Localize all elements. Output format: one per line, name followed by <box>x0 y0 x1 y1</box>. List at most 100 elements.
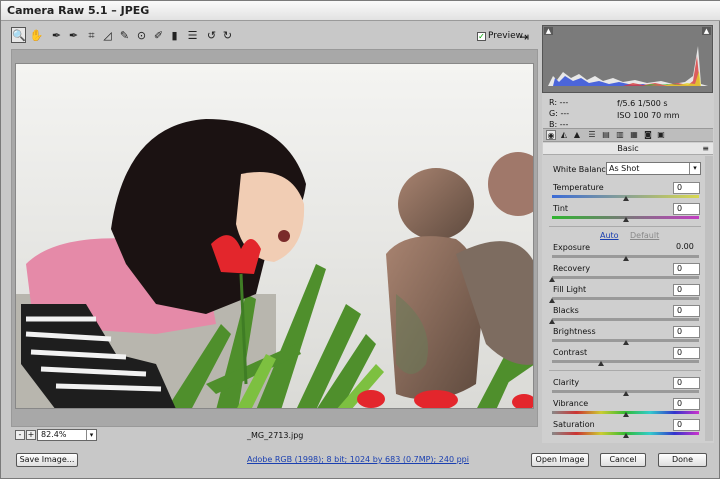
toolbar: 🔍 ✋ ✒ ✒ ⌗ ◿ ✎ ⊙ ✐ ▮ ☰ ↺ ↻ ✓ Preview ⇥ <box>11 26 537 48</box>
temperature-value-field[interactable]: 0 <box>673 182 700 194</box>
white-balance-label: White Balance: <box>553 165 614 174</box>
chevron-down-icon: ▾ <box>689 163 700 174</box>
exposure-slider-thumb[interactable] <box>622 256 629 261</box>
iso-focal: ISO 100 70 mm <box>617 111 680 120</box>
vibrance-label: Vibrance <box>553 399 589 408</box>
clarity-label: Clarity <box>553 378 580 387</box>
vibrance-value-field[interactable]: 0 <box>673 398 700 410</box>
fill-light-value-field[interactable]: 0 <box>673 284 700 296</box>
rgb-readout: R: --- G: --- B: --- <box>549 97 569 130</box>
green-readout: G: --- <box>549 109 570 118</box>
tab-detail-icon[interactable]: ▲ <box>572 130 582 140</box>
recovery-slider[interactable] <box>552 276 699 279</box>
zoom-out-button[interactable]: - <box>15 430 25 440</box>
contrast-value-field[interactable]: 0 <box>673 347 700 359</box>
done-button[interactable]: Done <box>658 453 707 467</box>
panel-tabs: ◉ ◭ ▲ ☰ ▤ ▥ ▦ ◙ ▣ <box>543 128 713 142</box>
brightness-label: Brightness <box>553 327 596 336</box>
exposure-label: Exposure <box>553 243 591 252</box>
zoom-in-button[interactable]: + <box>26 430 36 440</box>
zoom-level-value: 82.4% <box>41 430 67 439</box>
blacks-slider-thumb[interactable] <box>549 319 555 324</box>
histogram: ▲ ▲ <box>542 25 713 93</box>
brightness-value-field[interactable]: 0 <box>673 326 700 338</box>
divider <box>549 226 701 227</box>
saturation-slider-thumb[interactable] <box>622 433 629 438</box>
tint-slider-thumb[interactable] <box>622 217 629 222</box>
brightness-slider-thumb[interactable] <box>622 340 629 345</box>
tab-hsl-icon[interactable]: ☰ <box>587 130 597 140</box>
tab-tone-curve-icon[interactable]: ◭ <box>559 130 569 140</box>
straighten-tool-icon[interactable]: ◿ <box>100 28 115 44</box>
chevron-down-icon: ▾ <box>86 430 96 440</box>
contrast-slider-thumb[interactable] <box>597 361 604 366</box>
hand-tool-icon[interactable]: ✋ <box>29 28 44 44</box>
exposure-value-field[interactable]: 0.00 <box>673 242 700 254</box>
tint-label: Tint <box>553 204 569 213</box>
save-image-button[interactable]: Save Image... <box>16 453 78 467</box>
histogram-graph <box>548 46 708 86</box>
fill-light-slider-thumb[interactable] <box>549 298 555 303</box>
fullscreen-toggle-icon[interactable]: ⇥ <box>519 30 529 44</box>
preview-checkbox[interactable]: ✓ Preview <box>477 31 523 41</box>
rotate-ccw-icon[interactable]: ↺ <box>204 28 219 44</box>
preferences-icon[interactable]: ☰ <box>185 28 200 44</box>
recovery-slider-thumb[interactable] <box>549 277 555 282</box>
white-balance-tool-icon[interactable]: ✒ <box>49 28 64 44</box>
panel-menu-icon[interactable]: ≡ <box>702 143 709 155</box>
tab-presets-icon[interactable]: ◙ <box>643 130 653 140</box>
rotate-cw-icon[interactable]: ↻ <box>220 28 235 44</box>
preview-label: Preview <box>488 31 524 41</box>
clarity-value-field[interactable]: 0 <box>673 377 700 389</box>
divider <box>549 370 701 371</box>
window-title: Camera Raw 5.1 – JPEG <box>7 4 150 17</box>
tab-camera-calibration-icon[interactable]: ▦ <box>629 130 639 140</box>
saturation-label: Saturation <box>553 420 595 429</box>
clarity-slider-thumb[interactable] <box>622 391 629 396</box>
white-balance-select[interactable]: As Shot ▾ <box>606 162 701 175</box>
recovery-value-field[interactable]: 0 <box>673 263 700 275</box>
basic-panel-header: Basic ≡ <box>543 143 713 155</box>
red-eye-tool-icon[interactable]: ⊙ <box>134 28 149 44</box>
spot-removal-tool-icon[interactable]: ✎ <box>117 28 132 44</box>
camera-raw-window: Camera Raw 5.1 – JPEG 🔍 ✋ ✒ ✒ ⌗ ◿ ✎ ⊙ ✐ … <box>0 0 720 479</box>
tab-lens-corrections-icon[interactable]: ▥ <box>615 130 625 140</box>
tint-value-field[interactable]: 0 <box>673 203 700 215</box>
temperature-label: Temperature <box>553 183 604 192</box>
photo-preview[interactable] <box>15 63 534 409</box>
panel-title: Basic <box>617 144 639 153</box>
aperture-shutter: f/5.6 1/500 s <box>617 99 668 108</box>
adjustment-brush-tool-icon[interactable]: ✐ <box>151 28 166 44</box>
title-bar: Camera Raw 5.1 – JPEG <box>1 1 720 21</box>
blacks-slider[interactable] <box>552 318 699 321</box>
cancel-button[interactable]: Cancel <box>600 453 646 467</box>
workflow-options-link[interactable]: Adobe RGB (1998); 8 bit; 1024 by 683 (0.… <box>247 455 469 464</box>
bottom-bar: Save Image... Adobe RGB (1998); 8 bit; 1… <box>1 447 720 479</box>
temperature-slider-thumb[interactable] <box>622 196 629 201</box>
auto-link[interactable]: Auto <box>600 231 619 240</box>
contrast-label: Contrast <box>553 348 588 357</box>
contrast-slider[interactable] <box>552 360 699 363</box>
crop-tool-icon[interactable]: ⌗ <box>84 28 99 44</box>
recovery-label: Recovery <box>553 264 591 273</box>
zoom-tool-icon[interactable]: 🔍 <box>11 27 26 43</box>
preview-check-icon[interactable]: ✓ <box>477 32 486 41</box>
fill-light-slider[interactable] <box>552 297 699 300</box>
white-balance-value: As Shot <box>609 164 640 173</box>
color-sampler-tool-icon[interactable]: ✒ <box>66 28 81 44</box>
blacks-value-field[interactable]: 0 <box>673 305 700 317</box>
tab-basic-icon[interactable]: ◉ <box>546 130 556 140</box>
fill-light-label: Fill Light <box>553 285 587 294</box>
tab-snapshots-icon[interactable]: ▣ <box>656 130 666 140</box>
tab-split-toning-icon[interactable]: ▤ <box>601 130 611 140</box>
vibrance-slider-thumb[interactable] <box>622 412 629 417</box>
photo-image <box>16 64 533 408</box>
blacks-label: Blacks <box>553 306 579 315</box>
zoom-level-select[interactable]: 82.4% ▾ <box>37 429 97 441</box>
saturation-value-field[interactable]: 0 <box>673 419 700 431</box>
panel-scrollbar[interactable] <box>705 156 713 441</box>
graduated-filter-tool-icon[interactable]: ▮ <box>167 28 182 44</box>
open-image-button[interactable]: Open Image <box>531 453 589 467</box>
default-link: Default <box>630 231 660 240</box>
red-readout: R: --- <box>549 98 569 107</box>
